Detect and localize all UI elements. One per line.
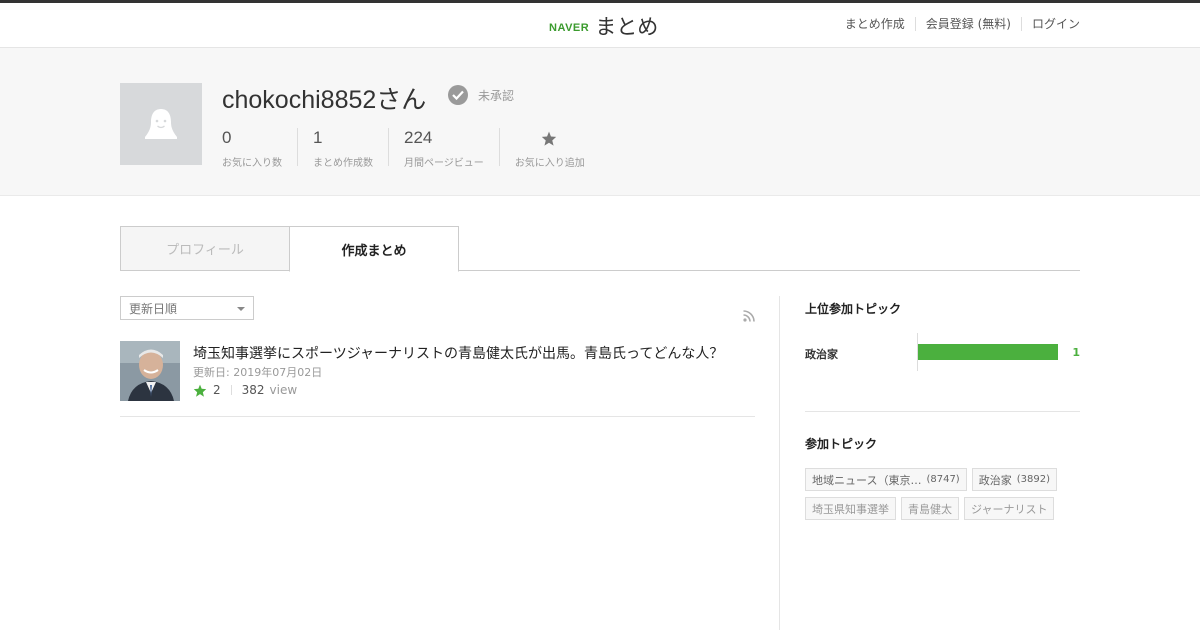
topics-heading: 参加トピック: [805, 437, 878, 451]
verification-label: 未承認: [478, 88, 515, 103]
stat-value: 1: [313, 128, 323, 147]
verification-status: 未承認: [448, 85, 514, 105]
topic-tag[interactable]: ジャーナリスト: [964, 497, 1055, 520]
stat-label: 月間ページビュー: [404, 158, 484, 169]
sidebar-divider: [805, 411, 1080, 412]
tab-profile[interactable]: プロフィール: [120, 226, 290, 271]
rss-icon[interactable]: [743, 307, 755, 326]
view-unit: view: [269, 383, 298, 397]
star-icon: [515, 128, 585, 148]
sidebar: 上位参加トピック 政治家 1 参加トピック 地域ニュース（東京… (8747) …: [805, 300, 1080, 526]
profile-tabs: プロフィール 作成まとめ: [120, 226, 1080, 272]
top-topics-heading: 上位参加トピック: [805, 302, 902, 316]
favorite-count: 2: [213, 383, 221, 397]
header-nav: まとめ作成 会員登録 (無料) ログイン: [835, 17, 1080, 31]
add-favorite-button[interactable]: お気に入り追加: [498, 128, 600, 169]
topic-tag-count: (8747): [926, 474, 960, 485]
naver-matome-logo[interactable]: NAVER まとめ: [549, 11, 658, 41]
topic-tag[interactable]: 政治家 (3892): [971, 468, 1057, 491]
add-favorite-label: お気に入り追加: [514, 158, 585, 169]
default-user-icon: [145, 109, 177, 139]
logo-matome-text: まとめ: [595, 15, 659, 39]
stat-value: 224: [404, 128, 433, 147]
stat-favorites: 0 お気に入り数: [222, 128, 297, 169]
check-icon: [448, 85, 468, 105]
top-topic-bar: [918, 344, 1058, 360]
user-name: chokochi8852さん: [222, 86, 427, 114]
stat-monthly-pageviews: 224 月間ページビュー: [388, 128, 499, 169]
topic-tag[interactable]: 地域ニュース（東京… (8747): [805, 468, 967, 491]
column-divider: [779, 296, 780, 630]
article-title-link[interactable]: 埼玉知事選挙にスポーツジャーナリストの青島健太氏が出馬。青島氏ってどんな人？: [193, 343, 723, 363]
list-item: 埼玉知事選挙にスポーツジャーナリストの青島健太氏が出馬。青島氏ってどんな人？ 更…: [120, 341, 755, 417]
topic-tag-label: 政治家: [978, 473, 1012, 487]
logo-naver-text: NAVER: [549, 22, 590, 34]
topic-tag-label: 青島健太: [908, 502, 952, 516]
top-topic-value: 1: [1072, 346, 1080, 359]
topic-tags: 地域ニュース（東京… (8747) 政治家 (3892) 埼玉県知事選挙 青島健…: [805, 468, 1065, 526]
article-updated-date: 更新日: 2019年07月02日: [193, 366, 323, 379]
stat-value: 0: [222, 128, 232, 147]
topic-tag[interactable]: 埼玉県知事選挙: [805, 497, 896, 520]
nav-register[interactable]: 会員登録 (無料): [914, 17, 1021, 31]
meta-divider: [230, 385, 232, 395]
top-topic-label: 政治家: [805, 348, 838, 361]
nav-login[interactable]: ログイン: [1020, 17, 1080, 31]
view-count: 382: [241, 383, 265, 397]
topic-tag-label: ジャーナリスト: [971, 502, 1048, 516]
top-topic-row[interactable]: 政治家 1: [805, 333, 1080, 375]
profile-header: chokochi8852さん 未承認 0 お気に入り数 1 まとめ作成数 224…: [0, 48, 1200, 196]
avatar: [120, 83, 202, 165]
topic-tag-label: 地域ニュース（東京…: [812, 473, 922, 487]
stat-label: お気に入り数: [222, 158, 282, 169]
topic-tag[interactable]: 青島健太: [901, 497, 959, 520]
tab-created-matome[interactable]: 作成まとめ: [289, 226, 459, 272]
star-icon: [193, 384, 207, 397]
topic-tag-count: (3892): [1016, 474, 1050, 485]
article-meta: 2 382 view: [193, 383, 297, 397]
stat-matome-count: 1 まとめ作成数: [297, 128, 388, 169]
article-thumbnail[interactable]: [120, 341, 180, 401]
sort-select-value: 更新日順: [129, 301, 178, 316]
profile-stats: 0 お気に入り数 1 まとめ作成数 224 月間ページビュー お気に入り追加: [222, 128, 600, 169]
topic-tag-label: 埼玉県知事選挙: [812, 502, 889, 516]
stat-label: まとめ作成数: [313, 158, 373, 169]
sort-select[interactable]: 更新日順: [120, 296, 254, 320]
nav-create-matome[interactable]: まとめ作成: [835, 17, 915, 31]
chevron-down-icon: [237, 307, 245, 311]
matome-list: 更新日順 埼玉知事選挙にスポーツジャーナリストの青島健太氏が出馬。青島氏ってどん…: [120, 296, 755, 417]
site-header: NAVER まとめ まとめ作成 会員登録 (無料) ログイン: [0, 3, 1200, 48]
